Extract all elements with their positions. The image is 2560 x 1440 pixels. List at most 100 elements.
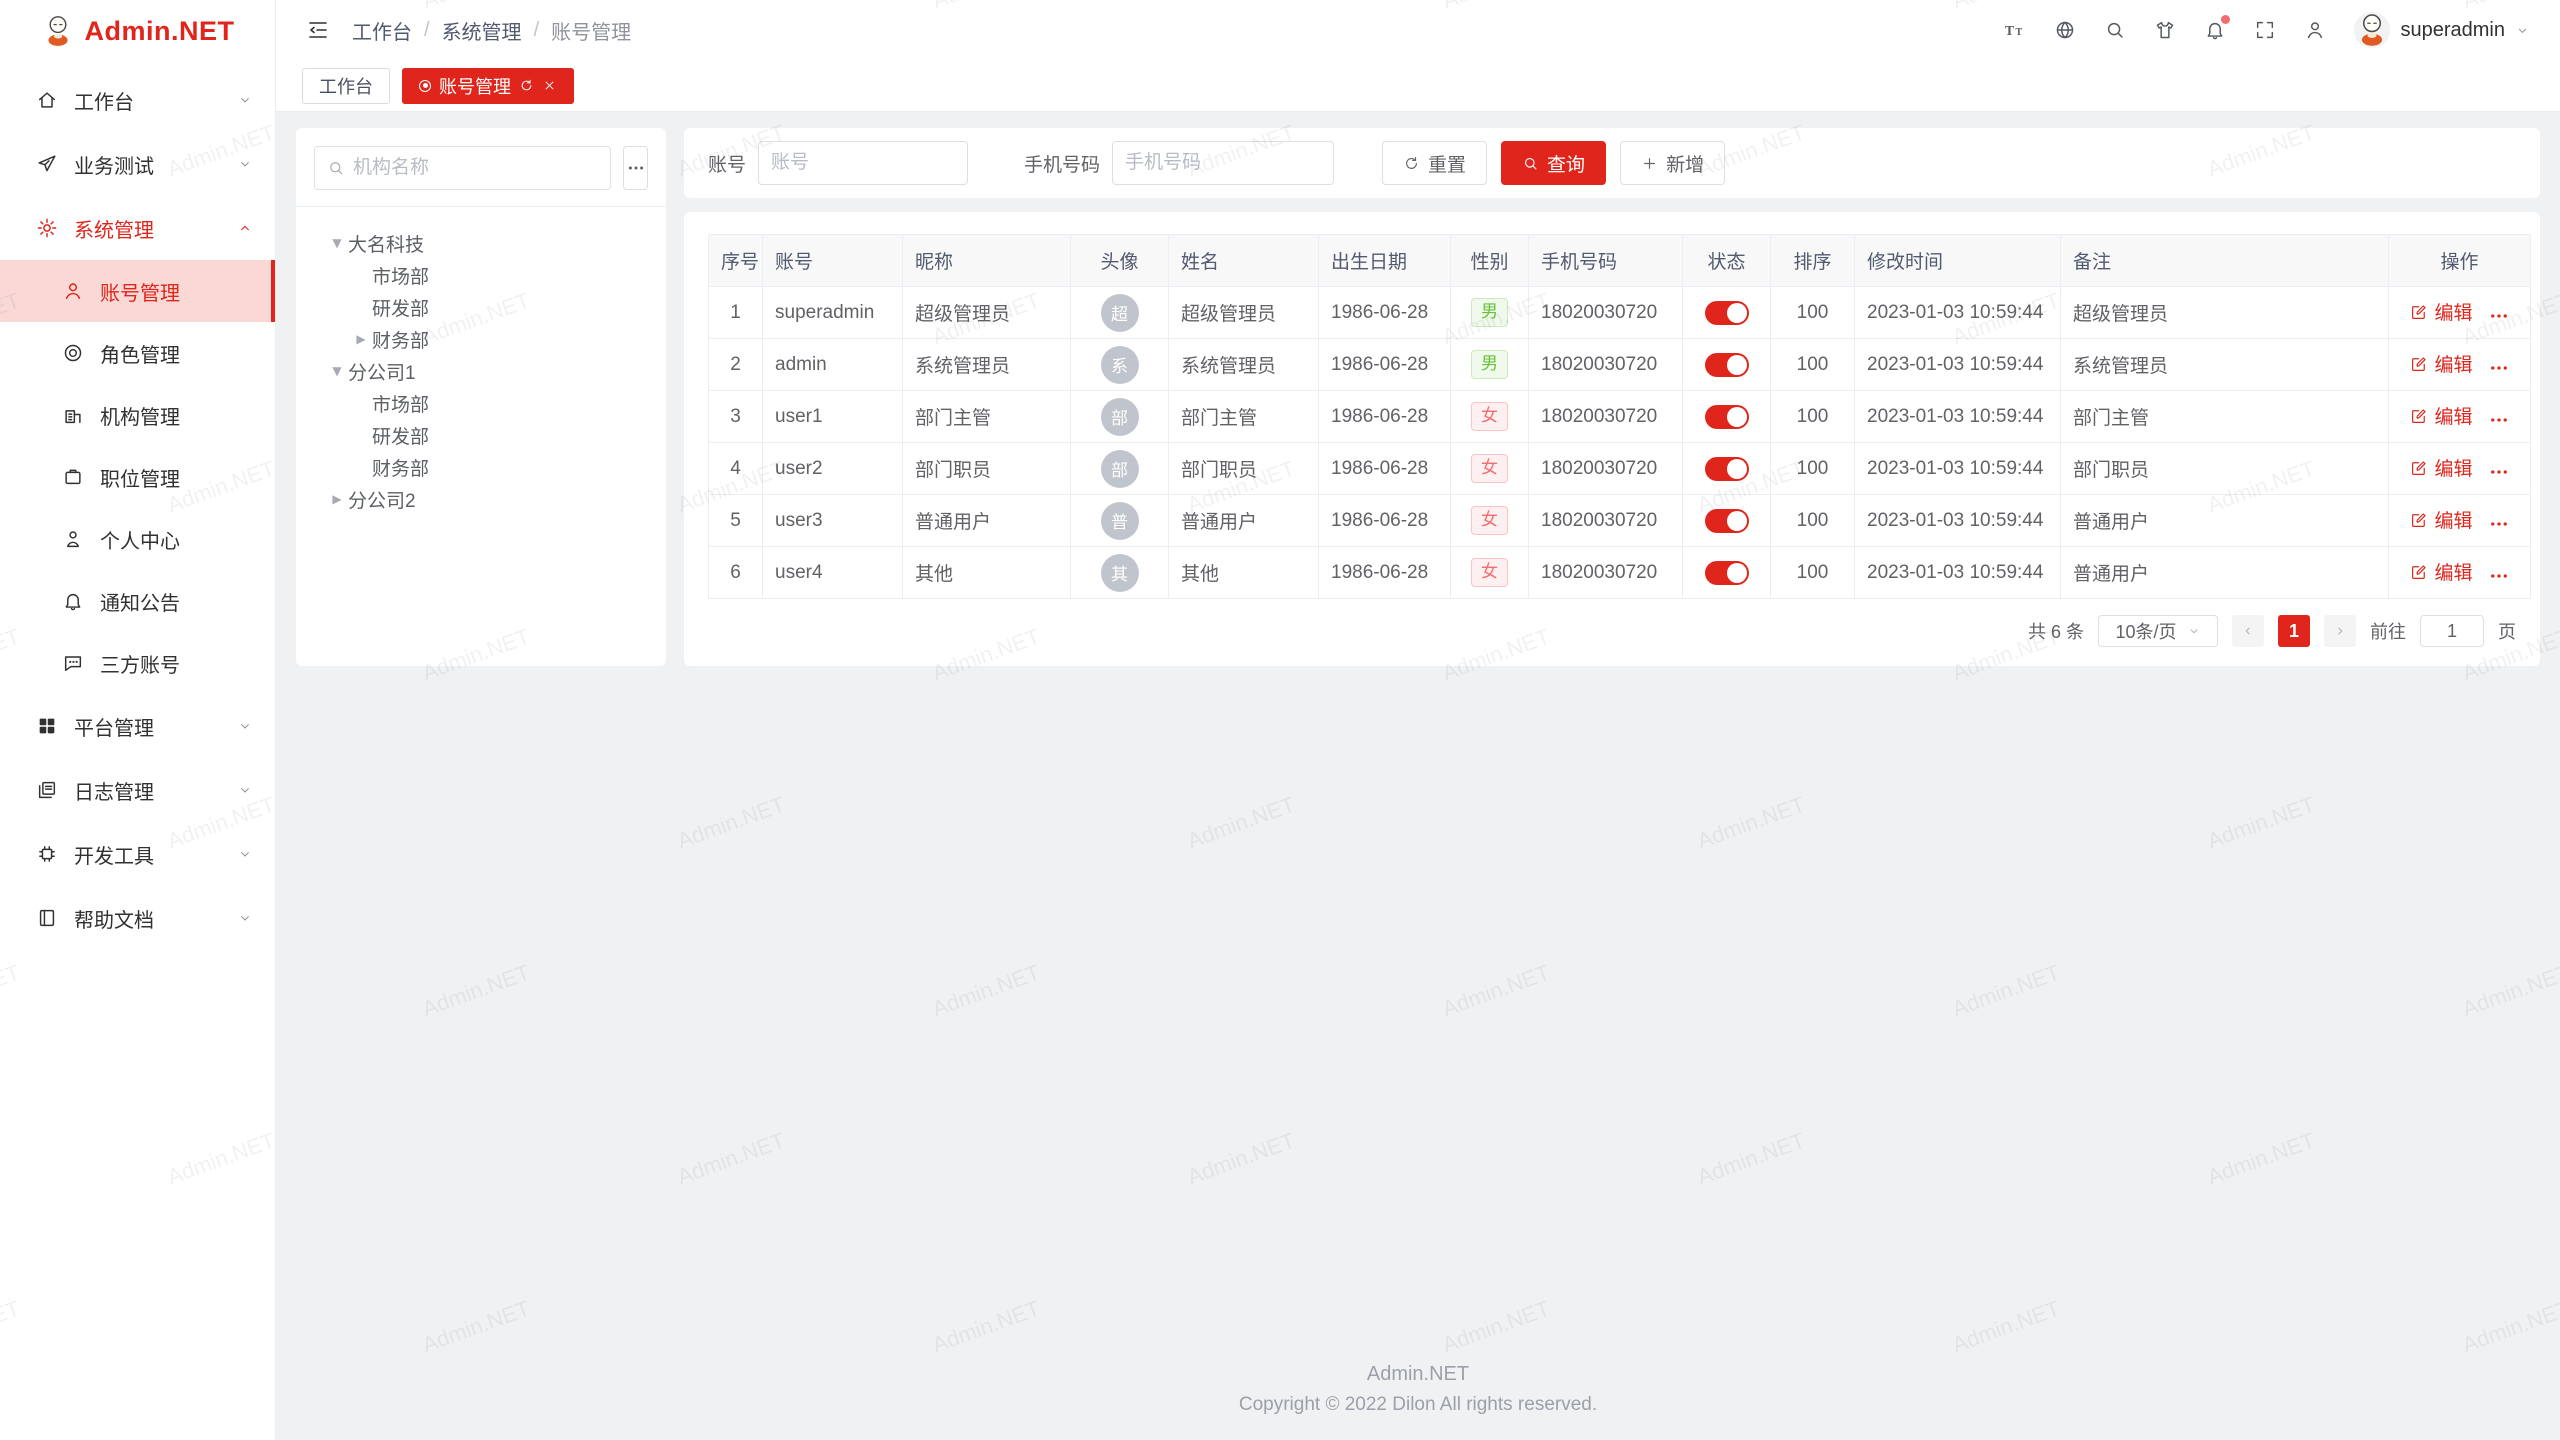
sidebar-item-label: 系统管理: [74, 214, 237, 243]
add-button[interactable]: 新增: [1620, 141, 1725, 185]
prev-page-button[interactable]: [2232, 615, 2264, 647]
sidebar-subitem-personal-center[interactable]: 个人中心: [0, 508, 275, 570]
tree-node[interactable]: ▶财务部: [314, 323, 648, 355]
query-button[interactable]: 查询: [1501, 141, 1606, 185]
edit-button[interactable]: 编辑: [2410, 454, 2472, 481]
cell-nickname: 超级管理员: [903, 287, 1071, 339]
row-more-button[interactable]: [2489, 410, 2509, 430]
sidebar-subitem-position-mgmt[interactable]: 职位管理: [0, 446, 275, 508]
cell-name: 部门职员: [1169, 443, 1319, 495]
caret-closed-icon[interactable]: ▶: [326, 492, 348, 506]
caret-open-icon[interactable]: ▼: [326, 236, 348, 250]
tab-account-mgmt[interactable]: 账号管理: [402, 68, 574, 104]
row-more-button[interactable]: [2489, 306, 2509, 326]
tab-workbench[interactable]: 工作台: [302, 68, 390, 104]
breadcrumb-item[interactable]: 工作台: [352, 16, 412, 45]
close-tab-icon[interactable]: [542, 78, 557, 93]
phone-input[interactable]: [1112, 141, 1334, 185]
reset-button[interactable]: 重置: [1382, 141, 1487, 185]
org-search-input[interactable]: [353, 157, 598, 179]
edit-button[interactable]: 编辑: [2410, 402, 2472, 429]
cell-note: 部门主管: [2061, 391, 2389, 443]
sidebar-item-dev-tools[interactable]: 开发工具: [0, 822, 275, 886]
search-icon[interactable]: [2104, 19, 2126, 41]
row-more-button[interactable]: [2489, 358, 2509, 378]
account-input[interactable]: [758, 141, 968, 185]
edit-button[interactable]: 编辑: [2410, 558, 2472, 585]
cell-phone: 18020030720: [1529, 339, 1683, 391]
sidebar-subitem-org-mgmt[interactable]: 机构管理: [0, 384, 275, 446]
status-toggle[interactable]: [1705, 457, 1749, 481]
user-avatar: 系: [1101, 346, 1139, 384]
tree-node[interactable]: 研发部: [314, 419, 648, 451]
refresh-tab-icon[interactable]: [519, 78, 534, 93]
edit-button[interactable]: 编辑: [2410, 350, 2472, 377]
sidebar-item-label: 帮助文档: [74, 904, 237, 933]
tree-node[interactable]: 市场部: [314, 387, 648, 419]
row-more-button[interactable]: [2489, 566, 2509, 586]
sidebar-subitem-label: 三方账号: [100, 649, 253, 678]
breadcrumb-item[interactable]: 账号管理: [551, 16, 631, 45]
sidebar-item-workbench[interactable]: 工作台: [0, 68, 275, 132]
sidebar-item-label: 平台管理: [74, 712, 237, 741]
status-toggle[interactable]: [1705, 353, 1749, 377]
filter-bar: 账号 手机号码 重置 查询: [684, 128, 2540, 198]
row-more-button[interactable]: [2489, 514, 2509, 534]
page-size-select[interactable]: 10条/页: [2098, 615, 2218, 647]
edit-button[interactable]: 编辑: [2410, 298, 2472, 325]
status-toggle[interactable]: [1705, 509, 1749, 533]
cell-name: 普通用户: [1169, 495, 1319, 547]
user-menu[interactable]: superadmin: [2354, 12, 2530, 48]
column-header: 操作: [2389, 235, 2531, 287]
status-toggle[interactable]: [1705, 561, 1749, 585]
brand: Admin.NET: [0, 0, 275, 62]
cell-account: admin: [763, 339, 903, 391]
sidebar-subitem-label: 通知公告: [100, 587, 253, 616]
sidebar-subitem-notice[interactable]: 通知公告: [0, 570, 275, 632]
row-more-button[interactable]: [2489, 462, 2509, 482]
caret-closed-icon[interactable]: ▶: [350, 332, 372, 346]
chevron-up-icon: [237, 220, 253, 236]
sidebar-subitem-role-mgmt[interactable]: 角色管理: [0, 322, 275, 384]
sidebar-subitem-third-party-account[interactable]: 三方账号: [0, 632, 275, 694]
cell-seq: 3: [709, 391, 763, 443]
cell-birth-date: 1986-06-28: [1319, 391, 1451, 443]
font-size-icon[interactable]: TT: [2004, 19, 2026, 41]
tree-node[interactable]: ▼分公司1: [314, 355, 648, 387]
language-icon[interactable]: [2054, 19, 2076, 41]
theme-icon[interactable]: [2154, 19, 2176, 41]
sidebar-item-platform-mgmt[interactable]: 平台管理: [0, 694, 275, 758]
sidebar-item-business-test[interactable]: 业务测试: [0, 132, 275, 196]
notification-icon[interactable]: [2204, 19, 2226, 41]
column-header: 昵称: [903, 235, 1071, 287]
sidebar-item-system-mgmt[interactable]: 系统管理: [0, 196, 275, 260]
chevron-left-icon: [2241, 624, 2255, 638]
caret-open-icon[interactable]: ▼: [326, 364, 348, 378]
tree-node[interactable]: ▼大名科技: [314, 227, 648, 259]
sidebar-item-help-docs[interactable]: 帮助文档: [0, 886, 275, 950]
tree-node[interactable]: ▶分公司2: [314, 483, 648, 515]
fullscreen-icon[interactable]: [2254, 19, 2276, 41]
status-toggle[interactable]: [1705, 405, 1749, 429]
page-1-button[interactable]: 1: [2278, 615, 2310, 647]
tree-more-button[interactable]: [623, 146, 648, 190]
goto-page-input[interactable]: [2420, 615, 2484, 647]
tree-node-label: 研发部: [372, 422, 429, 449]
edit-button[interactable]: 编辑: [2410, 506, 2472, 533]
cell-note: 部门职员: [2061, 443, 2389, 495]
gender-badge: 女: [1471, 506, 1508, 534]
next-page-button[interactable]: [2324, 615, 2356, 647]
tree-node[interactable]: 市场部: [314, 259, 648, 291]
tree-node[interactable]: 财务部: [314, 451, 648, 483]
status-toggle[interactable]: [1705, 301, 1749, 325]
edit-label: 编辑: [2434, 298, 2472, 325]
breadcrumb-item[interactable]: 系统管理: [442, 16, 522, 45]
menu-fold-icon[interactable]: [306, 18, 330, 42]
sidebar-subitem-account-mgmt[interactable]: 账号管理: [0, 260, 275, 322]
profile-icon[interactable]: [2304, 19, 2326, 41]
svg-text:T: T: [2005, 23, 2014, 38]
sidebar-item-log-mgmt[interactable]: 日志管理: [0, 758, 275, 822]
sidebar-item-label: 开发工具: [74, 840, 237, 869]
tree-node[interactable]: 研发部: [314, 291, 648, 323]
org-tree-panel: ▼大名科技市场部研发部▶财务部▼分公司1市场部研发部财务部▶分公司2: [296, 128, 666, 666]
